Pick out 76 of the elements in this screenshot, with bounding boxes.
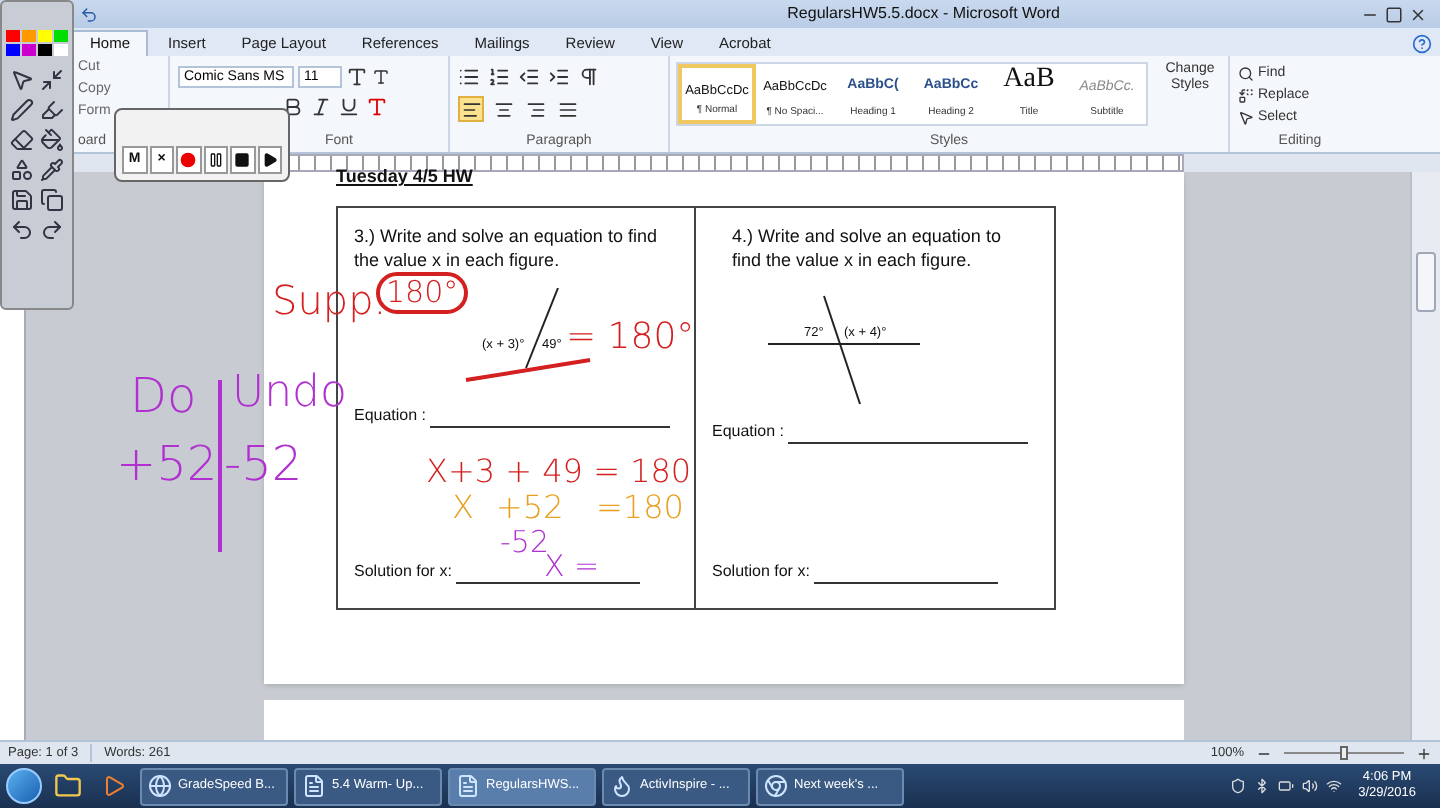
outdent-icon[interactable] <box>518 66 540 88</box>
fill-icon[interactable] <box>40 128 64 152</box>
document-icon <box>302 774 326 798</box>
vertical-scrollbar[interactable] <box>1410 172 1440 740</box>
signal-icon[interactable] <box>1326 778 1343 794</box>
color-swatch[interactable] <box>22 30 36 42</box>
handwritten-note: +52 <box>496 492 564 524</box>
save-icon[interactable] <box>10 188 34 212</box>
stop-icon[interactable] <box>234 152 251 168</box>
resize-icon[interactable] <box>40 68 64 92</box>
indent-icon[interactable] <box>548 66 570 88</box>
bluetooth-icon[interactable] <box>1254 778 1271 794</box>
pilcrow-icon[interactable] <box>578 66 600 88</box>
handwritten-note: +52 <box>116 440 218 488</box>
globe-icon <box>148 774 172 798</box>
color-swatch[interactable] <box>54 30 68 42</box>
folder-icon[interactable] <box>54 772 82 800</box>
redo-icon[interactable] <box>40 218 64 242</box>
record-icon[interactable] <box>180 152 197 168</box>
color-swatch[interactable] <box>22 44 36 56</box>
handwritten-note: 180° <box>376 272 469 314</box>
handwritten-note: =180 <box>596 492 684 524</box>
pointer-icon[interactable] <box>10 68 34 92</box>
solution-label: Solution for x: <box>354 560 452 584</box>
underline-icon[interactable] <box>338 96 360 118</box>
help-icon[interactable] <box>1412 34 1432 54</box>
handwritten-note: X+3 + 49 = 180 <box>426 456 692 488</box>
battery-icon[interactable] <box>1278 778 1295 794</box>
color-swatch[interactable] <box>38 44 52 56</box>
color-swatch[interactable] <box>38 30 52 42</box>
play-icon[interactable] <box>261 152 278 168</box>
handwritten-note: X = <box>544 552 600 582</box>
maximize-icon[interactable] <box>1384 5 1404 23</box>
problem-prompt: 3.) Write and solve an equation to find the value x in each figure. <box>354 224 659 272</box>
highlighter-icon[interactable] <box>40 98 64 122</box>
undo-icon[interactable] <box>10 218 34 242</box>
window-title: RegularsHW5.5.docx - Microsoft Word <box>787 2 1060 26</box>
copy-icon[interactable] <box>40 188 64 212</box>
grow-font-icon[interactable] <box>346 66 368 88</box>
replace-icon[interactable] <box>1238 87 1254 103</box>
align-button[interactable] <box>458 96 484 122</box>
document-heading: Tuesday 4/5 HW <box>336 166 475 186</box>
bold-icon[interactable] <box>282 96 304 118</box>
italic-icon[interactable] <box>310 96 332 118</box>
media-player-icon[interactable] <box>102 774 126 798</box>
bullets-icon[interactable] <box>458 66 480 88</box>
shield-icon[interactable] <box>1230 778 1247 794</box>
font-color-icon[interactable] <box>366 96 388 118</box>
undo-icon[interactable] <box>80 5 98 23</box>
handwritten-note: = 180° <box>566 320 695 356</box>
zoom-in-icon[interactable] <box>1416 745 1432 761</box>
start-button[interactable] <box>6 768 42 804</box>
handwritten-note: Do <box>130 372 197 420</box>
flame-icon <box>610 774 634 798</box>
handwritten-note: -52 <box>224 440 303 488</box>
find-icon[interactable] <box>1238 65 1254 81</box>
shrink-font-icon[interactable] <box>372 68 390 86</box>
document-icon <box>456 774 480 798</box>
equation-label: Equation : <box>354 404 427 428</box>
equation-label: Equation : <box>712 420 785 444</box>
problem-prompt: 4.) Write and solve an equation to find the value x in each figure. <box>730 224 1003 272</box>
volume-icon[interactable] <box>1302 778 1319 794</box>
color-swatch[interactable] <box>54 44 68 56</box>
shapes-icon[interactable] <box>10 158 34 182</box>
select-icon[interactable] <box>1238 109 1254 125</box>
color-swatch[interactable] <box>6 44 20 56</box>
numbering-icon[interactable] <box>488 66 510 88</box>
close-icon[interactable] <box>1408 5 1428 23</box>
pipette-icon[interactable] <box>40 158 64 182</box>
solution-label: Solution for x: <box>712 560 810 584</box>
eraser-icon[interactable] <box>10 128 34 152</box>
pause-icon[interactable] <box>207 152 224 168</box>
color-swatch[interactable] <box>6 30 20 42</box>
handwritten-note: -52 <box>500 528 549 558</box>
handwritten-note: X <box>452 492 474 524</box>
pen-icon[interactable] <box>10 98 34 122</box>
